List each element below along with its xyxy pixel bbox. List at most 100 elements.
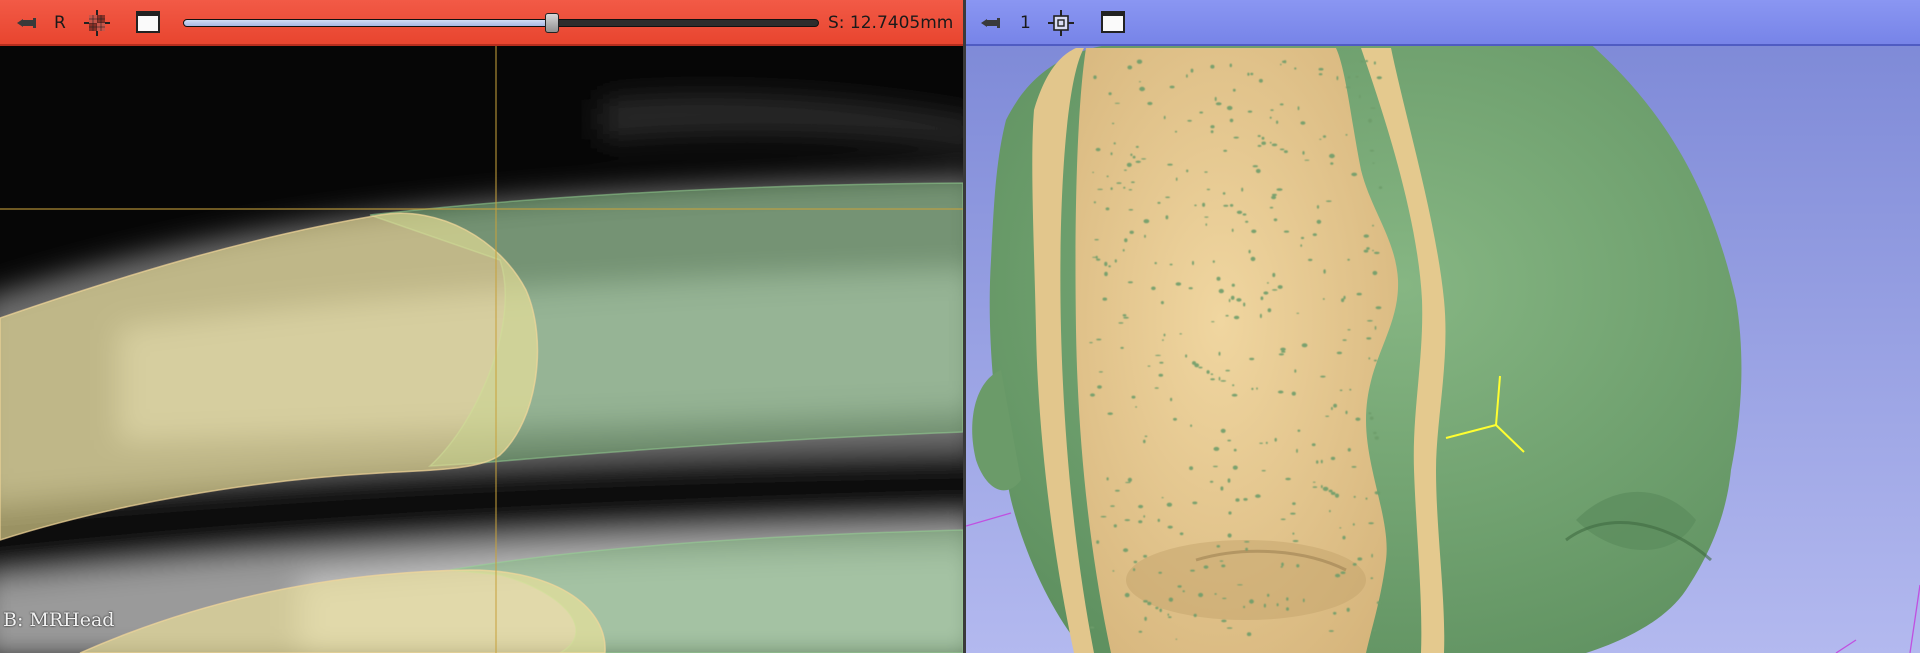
speckle — [1194, 363, 1200, 368]
speckle — [1286, 597, 1289, 601]
center-view-icon[interactable] — [1048, 10, 1074, 36]
speckle — [1261, 136, 1265, 140]
speckle — [1173, 417, 1177, 421]
speckle — [1280, 347, 1286, 351]
red-slice-view[interactable]: R S: 12.7405mm B: MRHead — [0, 0, 963, 653]
slice-offset-slider[interactable] — [183, 19, 819, 27]
speckle — [1186, 169, 1189, 173]
speckle — [1167, 525, 1173, 529]
speckle — [1300, 244, 1303, 248]
speckle — [1369, 149, 1374, 152]
speckle — [1218, 288, 1224, 294]
speckle — [1190, 68, 1194, 73]
speckle — [1139, 86, 1145, 92]
speckle — [1108, 265, 1111, 268]
speckle — [1272, 272, 1276, 278]
speckle — [1143, 554, 1148, 558]
speckle — [1160, 301, 1164, 305]
speckle — [1334, 493, 1340, 498]
speckle — [1352, 563, 1357, 566]
maximize-view-icon[interactable] — [136, 11, 160, 33]
speckle — [1323, 269, 1326, 274]
speckle — [1232, 465, 1238, 470]
speckle — [1274, 437, 1277, 442]
speckle — [1301, 343, 1308, 348]
slice-visibility-icon[interactable] — [84, 10, 110, 36]
speckle — [1369, 416, 1374, 420]
speckle — [1245, 547, 1248, 551]
speckle — [1247, 72, 1250, 76]
speckle — [1165, 196, 1170, 199]
speckle — [1220, 428, 1226, 433]
speckle — [1100, 515, 1107, 518]
speckle — [1233, 448, 1237, 452]
speckle — [1155, 354, 1161, 356]
threed-render[interactable] — [966, 0, 1920, 653]
speckle — [1135, 406, 1138, 408]
speckle — [1372, 249, 1374, 252]
speckle — [1116, 182, 1122, 184]
speckle — [1277, 285, 1283, 289]
speckle — [1105, 207, 1110, 211]
speckle — [1292, 502, 1296, 505]
speckle — [1210, 130, 1214, 134]
speckle — [1372, 162, 1375, 164]
speckle — [1206, 370, 1210, 374]
speckle — [1269, 116, 1272, 119]
speckle — [1357, 557, 1363, 561]
speckle — [1222, 597, 1227, 600]
speckle — [1279, 103, 1284, 106]
speckle — [1302, 151, 1305, 155]
speckle — [1128, 189, 1133, 191]
speckle — [1126, 162, 1132, 167]
speckle — [1231, 393, 1238, 397]
speckle — [1329, 153, 1335, 159]
slice-offset-readout: S: 12.7405mm — [828, 13, 954, 33]
maximize-view-icon[interactable] — [1101, 11, 1125, 33]
speckle — [1368, 118, 1372, 123]
pin-icon[interactable] — [978, 12, 1002, 34]
speckle — [1093, 75, 1097, 80]
speckle — [1356, 292, 1362, 296]
speckle — [1112, 570, 1115, 572]
speckle — [1283, 230, 1290, 233]
speckle — [1296, 312, 1300, 314]
speckle — [1282, 60, 1286, 63]
speckle — [1131, 395, 1136, 399]
speckle — [1204, 171, 1208, 173]
speckle — [1190, 569, 1195, 572]
speckle — [1366, 247, 1370, 250]
speckle — [1249, 357, 1255, 361]
speckle — [1328, 489, 1333, 493]
speckle — [1175, 282, 1182, 286]
speckle — [1168, 616, 1172, 618]
speckle — [1345, 410, 1348, 415]
slice-image[interactable] — [0, 0, 963, 653]
speckle — [1266, 282, 1269, 284]
speckle — [1290, 512, 1296, 515]
speckle — [1232, 384, 1235, 387]
speckle — [1300, 236, 1305, 240]
speckle — [1376, 76, 1382, 80]
speckle — [1292, 532, 1295, 535]
speckle — [1285, 477, 1291, 481]
speckle — [1174, 130, 1178, 133]
speckle — [1135, 160, 1141, 163]
speckle — [1123, 169, 1127, 171]
speckle — [1267, 308, 1272, 313]
speckle — [1296, 564, 1300, 568]
speckle — [1226, 105, 1233, 111]
slider-handle[interactable] — [544, 13, 559, 33]
speckle — [1161, 497, 1164, 499]
pin-icon[interactable] — [14, 12, 38, 34]
threed-view[interactable]: 1 — [966, 0, 1920, 653]
speckle — [1375, 306, 1382, 310]
speckle — [1175, 638, 1178, 640]
speckle — [1255, 494, 1261, 498]
speckle — [1372, 224, 1374, 227]
speckle — [1322, 135, 1327, 138]
speckle — [1343, 295, 1346, 300]
speckle — [1250, 256, 1256, 262]
speckle — [1198, 366, 1203, 369]
speckle — [1096, 258, 1101, 261]
